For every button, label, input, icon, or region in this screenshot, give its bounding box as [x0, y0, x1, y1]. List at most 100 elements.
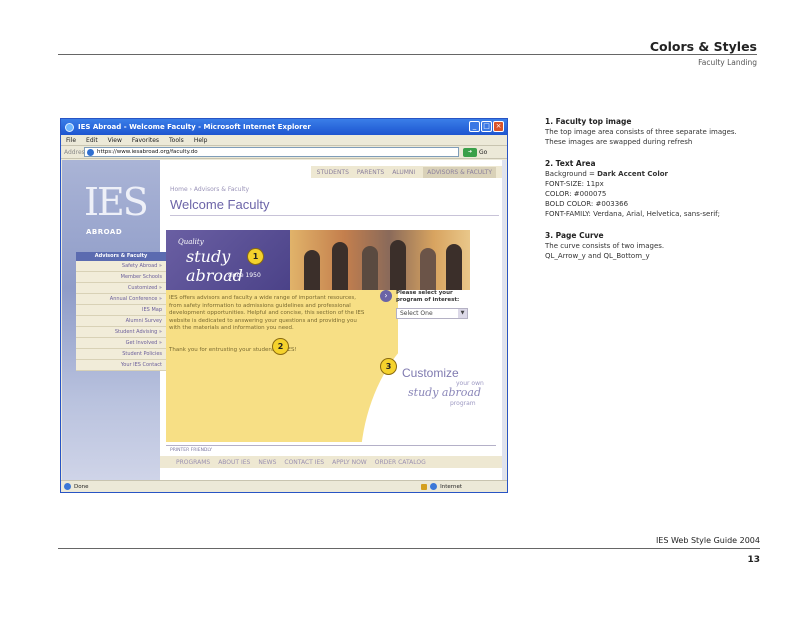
- address-input[interactable]: https://www.iesabroad.org/faculty.do: [84, 147, 459, 157]
- note-line: FONT-SIZE: 11px: [545, 180, 604, 188]
- photo-person: [446, 244, 462, 290]
- photo-person: [332, 242, 348, 290]
- ies-logo[interactable]: IES: [84, 180, 149, 224]
- address-label: Address: [64, 148, 88, 156]
- note-heading: 3. Page Curve: [545, 231, 604, 240]
- note-line: BOLD COLOR: #003366: [545, 200, 629, 208]
- faculty-top-image-photo: [290, 230, 470, 290]
- header-divider: [58, 54, 757, 55]
- note-page-curve: 3. Page Curve The curve consists of two …: [545, 231, 775, 261]
- photo-person: [420, 248, 436, 290]
- nav-advisors-faculty[interactable]: ADVISORS & FACULTY: [423, 166, 496, 178]
- menu-edit[interactable]: Edit: [86, 137, 98, 144]
- side-nav-heading: Advisors & Faculty: [76, 252, 166, 261]
- note-heading: 1. Faculty top image: [545, 117, 632, 126]
- footer-title: IES Web Style Guide 2004: [655, 536, 760, 545]
- footnav-news[interactable]: NEWS: [258, 459, 276, 466]
- sidenav-member-schools[interactable]: Member Schools: [76, 272, 166, 283]
- sidenav-alumni-survey[interactable]: Alumni Survey: [76, 316, 166, 327]
- browser-title: IES Abroad - Welcome Faculty - Microsoft…: [78, 123, 311, 131]
- menu-favorites[interactable]: Favorites: [132, 137, 159, 144]
- footnav-apply[interactable]: APPLY NOW: [332, 459, 367, 466]
- customize-study-abroad: study abroad: [408, 386, 481, 399]
- menu-help[interactable]: Help: [194, 137, 208, 144]
- side-nav: Advisors & Faculty Safety Abroad » Membe…: [76, 252, 166, 371]
- sidenav-get-involved[interactable]: Get Involved »: [76, 338, 166, 349]
- photo-script-text: study abroad: [186, 247, 243, 285]
- footer-divider: [58, 548, 760, 549]
- sidenav-ies-map[interactable]: IES Map: [76, 305, 166, 316]
- photo-person: [304, 250, 320, 290]
- note-bold-text: Dark Accent Color: [597, 170, 668, 178]
- ie-logo-icon: [65, 122, 74, 132]
- status-bar: Done Internet: [61, 480, 507, 492]
- sidenav-safety-abroad[interactable]: Safety Abroad »: [76, 261, 166, 272]
- nav-parents[interactable]: PARENTS: [357, 169, 384, 176]
- note-line: The top image area consists of three sep…: [545, 128, 737, 136]
- welcome-heading: Welcome Faculty: [170, 197, 270, 212]
- go-arrow-icon[interactable]: ➜: [463, 147, 477, 157]
- footnav-catalog[interactable]: ORDER CATALOG: [375, 459, 426, 466]
- note-faculty-top-image: 1. Faculty top image The top image area …: [545, 117, 775, 147]
- breadcrumb[interactable]: Home › Advisors & Faculty: [170, 186, 249, 193]
- content-area: STUDENTS PARENTS ALUMNI ADVISORS & FACUL…: [160, 160, 502, 480]
- callout-marker-2: 2: [272, 338, 289, 355]
- address-bar: Address https://www.iesabroad.org/facult…: [61, 146, 507, 159]
- annotation-notes: 1. Faculty top image The top image area …: [545, 117, 775, 273]
- note-line: COLOR: #000075: [545, 190, 607, 198]
- content-divider: [166, 445, 496, 446]
- close-icon[interactable]: ×: [493, 121, 504, 132]
- footnav-about[interactable]: ABOUT IES: [218, 459, 250, 466]
- nav-alumni[interactable]: ALUMNI: [392, 169, 415, 176]
- photo-since-text: since 1950: [228, 272, 261, 279]
- sidenav-student-advising[interactable]: Student Advising »: [76, 327, 166, 338]
- customize-program: program: [450, 400, 476, 407]
- menu-tools[interactable]: Tools: [169, 137, 184, 144]
- printer-friendly-link[interactable]: PRINTER FRIENDLY: [170, 448, 212, 453]
- photo-quality-text: Quality: [178, 238, 204, 246]
- title-divider: [170, 215, 499, 216]
- footnav-contact[interactable]: CONTACT IES: [284, 459, 324, 466]
- note-line-prefix: Background =: [545, 170, 598, 178]
- sidenav-student-policies[interactable]: Student Policies: [76, 349, 166, 360]
- browser-viewport: IES ABROAD STUDENTS PARENTS ALUMNI ADVIS…: [62, 160, 506, 480]
- maximize-icon[interactable]: □: [481, 121, 492, 132]
- minimize-icon[interactable]: _: [469, 121, 480, 132]
- callout-marker-1: 1: [247, 248, 264, 265]
- program-select[interactable]: Select One ▼: [396, 308, 468, 319]
- program-select-value: Select One: [400, 310, 433, 317]
- note-text-area: 2. Text Area Background = Dark Accent Co…: [545, 159, 775, 219]
- footnav-programs[interactable]: PROGRAMS: [176, 459, 210, 466]
- page-number: 13: [747, 555, 760, 565]
- page-done-icon: [64, 483, 71, 490]
- globe-icon: [430, 483, 438, 490]
- menu-view[interactable]: View: [108, 137, 122, 144]
- note-line: These images are swapped during refresh: [545, 138, 693, 146]
- note-line: QL_Arrow_y and QL_Bottom_y: [545, 252, 650, 260]
- photo-person: [390, 240, 406, 290]
- note-line: Background = Dark Accent Color: [545, 169, 775, 179]
- go-button[interactable]: Go: [479, 149, 487, 156]
- footer-nav: PROGRAMS ABOUT IES NEWS CONTACT IES APPL…: [160, 456, 502, 468]
- photo-person: [362, 246, 378, 290]
- window-controls: _ □ ×: [469, 121, 504, 132]
- page-icon: [87, 148, 94, 156]
- lock-icon: [421, 483, 428, 490]
- browser-screenshot: IES Abroad - Welcome Faculty - Microsoft…: [60, 118, 508, 493]
- faculty-top-image-left: Quality study abroad since 1950: [166, 230, 290, 290]
- address-url: https://www.iesabroad.org/faculty.do: [97, 149, 198, 155]
- nav-students[interactable]: STUDENTS: [317, 169, 349, 176]
- note-line: FONT-FAMILY: Verdana, Arial, Helvetica, …: [545, 210, 721, 218]
- ies-logo-sub: ABROAD: [86, 228, 123, 236]
- callout-marker-3: 3: [380, 358, 397, 375]
- note-heading: 2. Text Area: [545, 159, 596, 168]
- customize-heading[interactable]: Customize: [402, 366, 459, 380]
- body-text: IES offers advisors and faculty a wide r…: [169, 295, 365, 331]
- chevron-down-icon[interactable]: ▼: [458, 309, 467, 318]
- sidenav-annual-conference[interactable]: Annual Conference »: [76, 294, 166, 305]
- program-select-label: Please select your program of interest:: [396, 290, 460, 303]
- sidenav-your-ies-contact[interactable]: Your IES Contact: [76, 360, 166, 371]
- browser-menubar: File Edit View Favorites Tools Help: [61, 135, 507, 146]
- menu-file[interactable]: File: [66, 137, 76, 144]
- sidenav-customized[interactable]: Customized »: [76, 283, 166, 294]
